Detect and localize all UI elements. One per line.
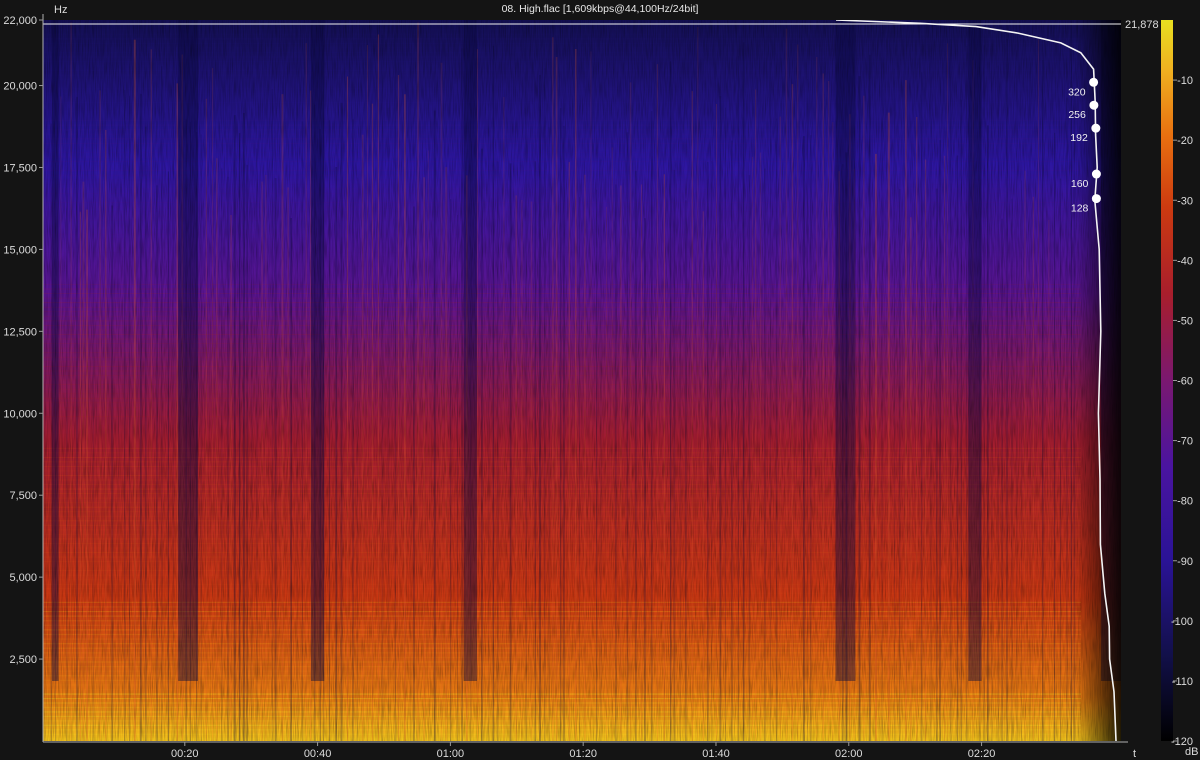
bitrate-marker-label: 256 [1068, 109, 1086, 121]
bitrate-marker-dot [1091, 123, 1101, 133]
colorbar-tick-label: -110 [1172, 676, 1193, 688]
y-tick-label: 20,000 [3, 81, 37, 93]
bitrate-marker-label: 128 [1071, 203, 1089, 215]
colorbar-tick-label: -20 [1177, 135, 1193, 147]
bitrate-marker-dot [1089, 100, 1099, 110]
y-axis-ticks: 2,500 5,000 7,500 10,000 12,500 15,000 17,500 2… [3, 15, 43, 666]
colorbar-unit-label: dB [1185, 746, 1198, 758]
colorbar-tick-label: -30 [1177, 195, 1193, 207]
y-axis-unit-label: Hz [54, 4, 67, 16]
x-tick-label: 00:20 [171, 748, 199, 760]
bitrate-marker-label: 192 [1070, 132, 1088, 144]
colorbar-tick-label: -50 [1177, 315, 1193, 327]
x-tick-label: 00:40 [304, 748, 332, 760]
y-tick-label: 7,500 [9, 490, 37, 502]
colorbar-tick-label: -70 [1177, 436, 1193, 448]
colorbar-tick-label: -90 [1177, 556, 1193, 568]
colorbar-ticks: -10-20-30-40-50-60-70-80-90-100-110-120 [1171, 75, 1193, 748]
y-tick-label: 10,000 [3, 408, 37, 420]
x-axis-ticks: 00:20 00:40 01:00 01:20 01:40 02:00 02:20 [171, 742, 995, 760]
spectrogram-texture [43, 20, 1121, 741]
bitrate-marker-dot [1089, 77, 1099, 87]
chart-title: 08. High.flac [1,609kbps@44,100Hz/24bit] [502, 3, 699, 15]
y-tick-label: 12,500 [3, 326, 37, 338]
y-tick-label: 17,500 [3, 162, 37, 174]
colorbar-tick-label: -10 [1177, 75, 1193, 87]
y-tick-label: 5,000 [9, 572, 37, 584]
bitrate-marker-label: 320 [1068, 86, 1086, 98]
x-tick-label: 02:00 [835, 748, 863, 760]
colorbar-tick-label: -40 [1177, 255, 1193, 267]
x-tick-label: 01:00 [437, 748, 465, 760]
y-tick-label: 2,500 [9, 654, 37, 666]
y-tick-label: 22,000 [3, 15, 37, 27]
x-axis-unit-label: t [1133, 748, 1136, 760]
colorbar-tick-label: -100 [1171, 616, 1193, 628]
x-tick-label: 01:40 [702, 748, 730, 760]
bitrate-marker-dot [1091, 169, 1101, 179]
x-tick-label: 02:20 [968, 748, 996, 760]
bitrate-marker-label: 160 [1071, 178, 1089, 190]
x-tick-label: 01:20 [569, 748, 597, 760]
bitrate-marker-dot [1091, 194, 1101, 204]
y-tick-label: 15,000 [3, 244, 37, 256]
colorbar-tick-label: -60 [1177, 376, 1193, 388]
spectrogram-chart: 320 256 192 160 128 Hz t 2,500 5,000 7,500 10,0… [3, 3, 1198, 760]
colorbar-tick-label: -80 [1177, 496, 1193, 508]
spectrogram-plot: 320 256 192 160 128 [43, 20, 1121, 741]
cutoff-frequency-label: 21,878 [1125, 19, 1159, 31]
colorbar-gradient [1161, 20, 1173, 741]
colorbar: -10-20-30-40-50-60-70-80-90-100-110-120 … [1161, 20, 1198, 758]
